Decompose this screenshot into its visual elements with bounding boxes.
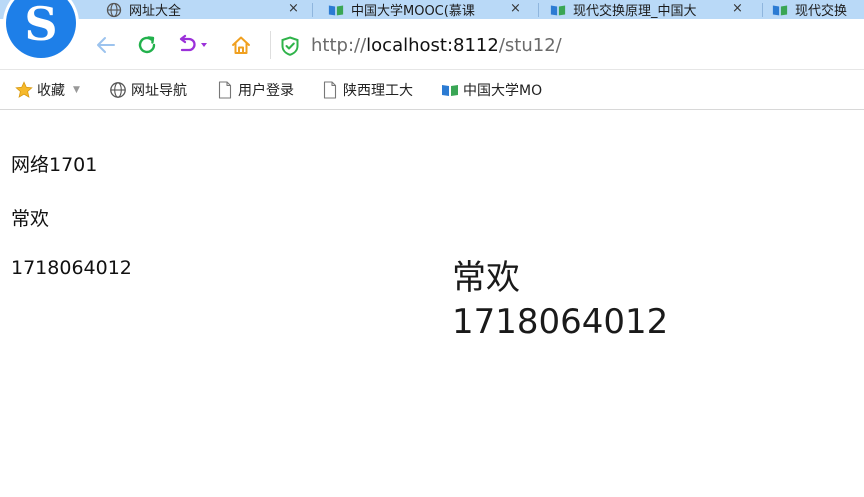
undo-close-button[interactable] <box>172 31 212 59</box>
globe-icon <box>106 2 122 17</box>
tab-switching-course[interactable]: 现代交换原理_中国大 × <box>550 0 756 19</box>
chevron-down-icon[interactable] <box>200 42 208 48</box>
bookmark-favorites[interactable]: 收藏 ▼ <box>15 80 80 100</box>
bookmarks-bar: 收藏 ▼ 网址导航 用户登录 陕西理工大 中国大学MO <box>0 70 864 110</box>
tab-switching-course-2[interactable]: 现代交换 <box>772 0 864 19</box>
tab-label: 现代交换原理_中国大 <box>573 4 697 19</box>
student-id-text: 1718064012 <box>11 257 132 279</box>
book-icon <box>441 81 459 99</box>
arrow-left-icon <box>97 37 115 53</box>
shield-icon[interactable] <box>280 36 300 56</box>
close-tab-icon[interactable]: × <box>288 1 299 16</box>
bookmark-label: 用户登录 <box>238 83 294 99</box>
bookmark-nav[interactable]: 网址导航 <box>109 80 187 100</box>
navigation-bar: http://localhost:8112/stu12/ <box>0 19 864 70</box>
large-name-text: 常欢 <box>452 258 520 298</box>
logo-letter: S <box>24 0 58 51</box>
tab-label: 中国大学MOOC(慕课 <box>351 4 475 19</box>
tab-divider <box>312 3 313 17</box>
bookmark-university[interactable]: 陕西理工大 <box>321 80 413 100</box>
bookmark-mooc[interactable]: 中国大学MO <box>441 80 542 100</box>
back-button[interactable] <box>92 31 120 59</box>
tab-label: 现代交换 <box>795 4 848 19</box>
page-content: 网络1701 常欢 1718064012 常欢 1718064012 <box>0 111 864 497</box>
address-bar[interactable]: http://localhost:8112/stu12/ <box>311 35 562 56</box>
tab-divider <box>762 3 763 17</box>
close-tab-icon[interactable]: × <box>732 1 743 16</box>
tab-mooc[interactable]: 中国大学MOOC(慕课 × <box>328 0 534 19</box>
tab-nav-portal[interactable]: 网址大全 × <box>106 0 310 19</box>
page-icon <box>321 81 339 99</box>
reload-icon <box>138 36 156 54</box>
address-divider <box>270 31 271 59</box>
student-name-text: 常欢 <box>11 208 50 230</box>
bookmark-label: 收藏 <box>37 83 65 99</box>
url-host: localhost:8112 <box>366 35 499 56</box>
home-button[interactable] <box>227 31 255 59</box>
reload-button[interactable] <box>133 31 161 59</box>
undo-icon <box>179 34 196 52</box>
tab-label: 网址大全 <box>129 4 182 19</box>
book-icon <box>328 3 344 17</box>
chevron-down-icon[interactable]: ▼ <box>73 85 80 95</box>
url-scheme: http:// <box>311 35 367 56</box>
home-icon <box>232 36 250 54</box>
book-icon <box>550 3 566 17</box>
bookmark-label: 网址导航 <box>131 83 187 99</box>
close-tab-icon[interactable]: × <box>510 1 521 16</box>
bookmark-user-login[interactable]: 用户登录 <box>216 80 294 100</box>
url-path: /stu12/ <box>498 35 562 56</box>
globe-icon <box>109 81 127 99</box>
tab-strip: 网址大全 × 中国大学MOOC(慕课 × 现代交换原理_中国大 × 现代交换 <box>0 0 864 19</box>
book-icon <box>772 3 788 17</box>
class-name-text: 网络1701 <box>11 154 98 176</box>
star-icon <box>15 81 33 99</box>
bookmark-label: 陕西理工大 <box>343 83 413 99</box>
bookmark-label: 中国大学MO <box>463 83 543 99</box>
large-id-text: 1718064012 <box>452 302 669 342</box>
page-icon <box>216 81 234 99</box>
tab-divider <box>538 3 539 17</box>
